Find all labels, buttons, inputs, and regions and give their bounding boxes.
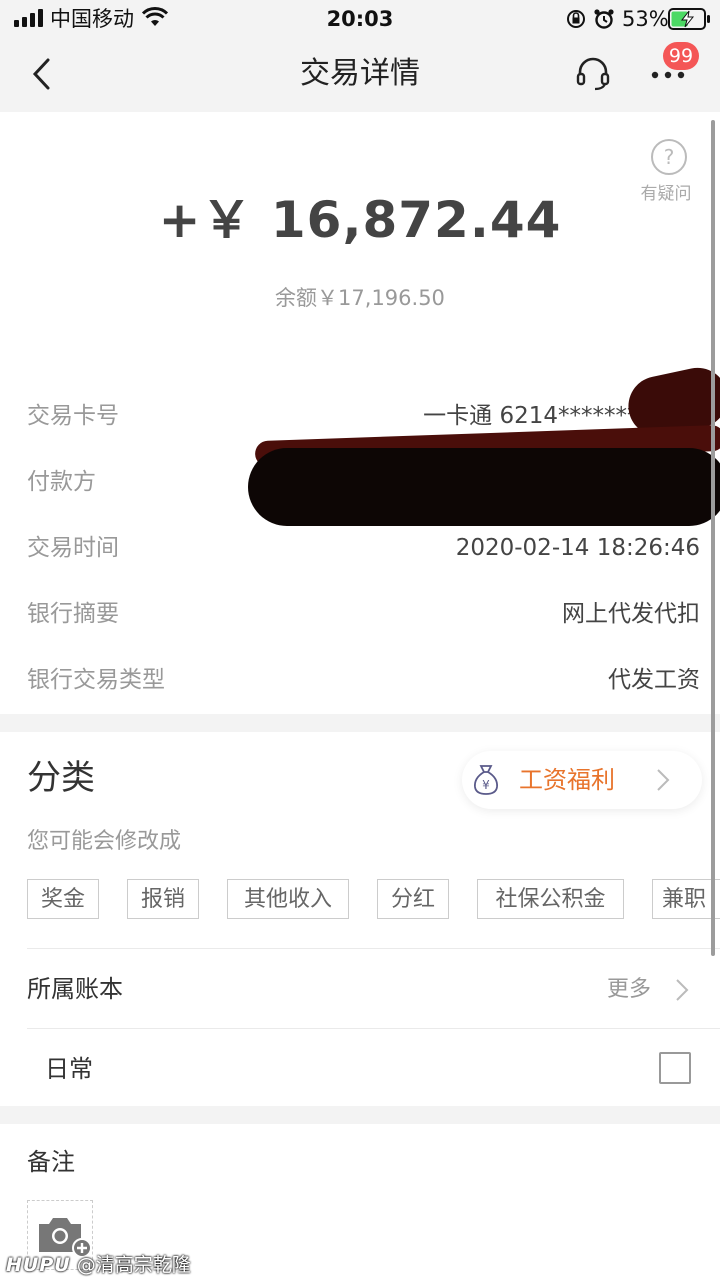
note-label: 备注 <box>27 1148 75 1176</box>
ledger-more[interactable]: 更多 <box>607 974 651 1006</box>
watermark-logo: HUPU <box>6 1254 71 1276</box>
scrollbar[interactable] <box>711 120 715 956</box>
detail-label-type: 银行交易类型 <box>27 667 165 693</box>
chevron-right-icon <box>657 769 670 791</box>
tag-bonus[interactable]: 奖金 <box>27 879 99 919</box>
tag-other-income[interactable]: 其他收入 <box>227 879 349 919</box>
category-title: 分类 <box>27 758 95 798</box>
battery-percent: 53% <box>622 7 669 31</box>
alarm-icon <box>594 9 614 29</box>
divider <box>27 948 720 949</box>
notification-badge: 99 <box>663 42 699 70</box>
category-current[interactable]: 工资福利 <box>519 763 615 797</box>
watermark-user: @清高宗乾隆 <box>76 1254 191 1276</box>
headset-icon[interactable] <box>575 55 611 91</box>
detail-label-time: 交易时间 <box>27 535 119 561</box>
redaction-mark <box>248 448 720 526</box>
ledger-book-name: 日常 <box>45 1055 93 1083</box>
ledger-label: 所属账本 <box>27 975 123 1003</box>
detail-label-card: 交易卡号 <box>27 403 119 429</box>
tag-reimbursement[interactable]: 报销 <box>127 879 199 919</box>
more-icon[interactable] <box>650 70 690 80</box>
money-bag-icon: ¥ <box>474 765 498 795</box>
chevron-right-icon[interactable] <box>675 978 689 1002</box>
svg-text:¥: ¥ <box>482 778 490 792</box>
detail-value-type: 代发工资 <box>608 667 700 693</box>
tag-part-time[interactable]: 兼职 <box>652 879 720 919</box>
watermark: HUPU @清高宗乾隆 <box>6 1252 191 1278</box>
detail-value-time: 2020-02-14 18:26:46 <box>455 535 700 561</box>
detail-value-card: 一卡通 6214******** <box>423 403 650 429</box>
help-icon[interactable]: ? <box>651 139 687 175</box>
tag-social-security[interactable]: 社保公积金 <box>477 879 624 919</box>
detail-label-summary: 银行摘要 <box>27 601 119 627</box>
divider <box>27 1028 720 1029</box>
category-hint: 您可能会修改成 <box>27 829 182 854</box>
page-title: 交易详情 <box>300 56 420 91</box>
balance-text: 余额￥17,196.50 <box>275 286 445 310</box>
ledger-checkbox[interactable] <box>659 1052 691 1084</box>
orientation-lock-icon <box>567 10 585 28</box>
tag-dividend[interactable]: 分红 <box>377 879 449 919</box>
detail-label-payer: 付款方 <box>27 469 96 495</box>
battery-charging-icon <box>668 8 710 30</box>
transaction-amount: +￥ 16,872.44 <box>158 191 562 249</box>
detail-value-summary: 网上代发代扣 <box>562 601 700 627</box>
